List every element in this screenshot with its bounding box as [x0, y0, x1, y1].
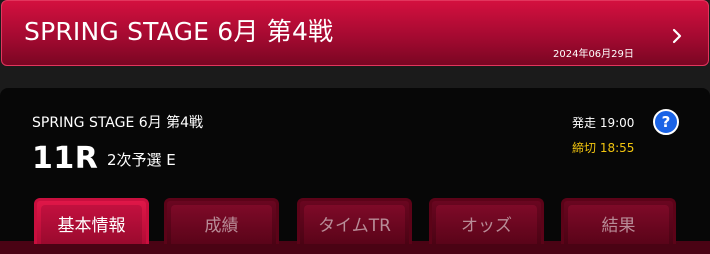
- start-time: 発走 19:00: [572, 116, 635, 130]
- tab-final-results[interactable]: 結果: [561, 198, 676, 244]
- tab-odds[interactable]: オッズ: [429, 198, 544, 244]
- tab-label: 成績: [204, 216, 239, 236]
- event-banner[interactable]: SPRING STAGE 6月 第4戦 2024年06月29日: [1, 0, 709, 66]
- tab-basic-info[interactable]: 基本情報: [34, 198, 149, 244]
- tab-label: タイムTR: [318, 216, 391, 236]
- banner-title: SPRING STAGE 6月 第4戦: [24, 17, 334, 46]
- tab-label: 基本情報: [57, 216, 126, 236]
- banner-date: 2024年06月29日: [553, 49, 634, 60]
- tab-time-trial[interactable]: タイムTR: [297, 198, 412, 244]
- race-grade: 2次予選 E: [107, 151, 176, 169]
- tab-results[interactable]: 成績: [164, 198, 279, 244]
- race-subtitle: SPRING STAGE 6月 第4戦: [32, 115, 204, 131]
- deadline-time: 締切 18:55: [572, 141, 635, 155]
- race-number: 11R: [32, 141, 99, 176]
- tab-label: オッズ: [461, 216, 512, 236]
- tab-label: 結果: [601, 216, 636, 236]
- chevron-right-icon: [672, 28, 682, 44]
- race-info-panel: SPRING STAGE 6月 第4戦 11R 2次予選 E 発走 19:00 …: [0, 88, 710, 254]
- help-icon[interactable]: ?: [653, 109, 679, 135]
